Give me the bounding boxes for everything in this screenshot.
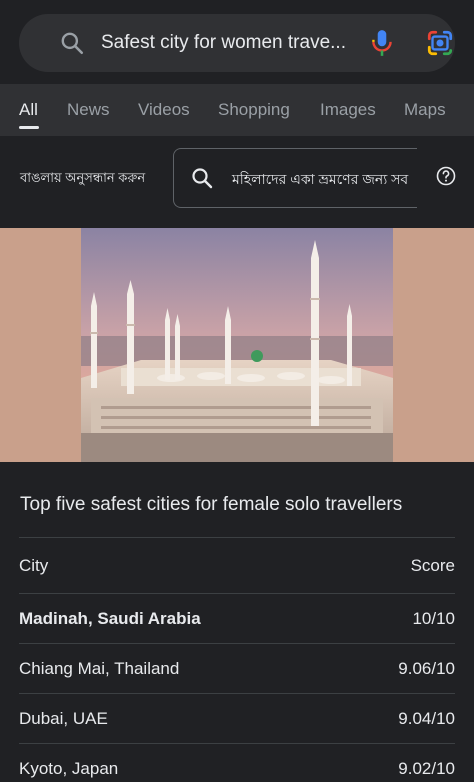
city-cell: Dubai, UAE xyxy=(19,709,108,728)
search-input[interactable]: Safest city for women trave... xyxy=(101,31,357,55)
help-icon[interactable] xyxy=(436,166,456,186)
google-lens-icon[interactable] xyxy=(425,28,455,58)
mic-icon[interactable] xyxy=(369,28,395,58)
table-row: Dubai, UAE 9.04/10 xyxy=(19,694,455,744)
tab-videos[interactable]: Videos xyxy=(138,100,190,120)
city-cell: Kyoto, Japan xyxy=(19,759,119,778)
score-cell: 9.06/10 xyxy=(398,659,455,678)
top-bar: Safest city for women trave... xyxy=(0,0,474,84)
result-image[interactable] xyxy=(0,228,474,462)
tab-maps[interactable]: Maps xyxy=(404,100,446,120)
table-row: Kyoto, Japan 9.02/10 xyxy=(19,744,455,782)
column-header-score: Score xyxy=(410,556,455,575)
city-cell: Chiang Mai, Thailand xyxy=(19,659,180,678)
search-icon xyxy=(192,168,213,189)
tab-images[interactable]: Images xyxy=(320,100,376,120)
bengali-search-row: বাঙলায় অনুসন্ধান করুন মহিলাদের একা ভ্রম… xyxy=(0,136,474,228)
search-box[interactable]: Safest city for women trave... xyxy=(19,14,455,72)
search-icon[interactable] xyxy=(59,30,85,56)
table-row: Chiang Mai, Thailand 9.06/10 xyxy=(19,644,455,694)
score-cell: 9.04/10 xyxy=(398,709,455,728)
bengali-search-chip[interactable]: মহিলাদের একা ভ্রমণের জন্য সব xyxy=(173,148,417,208)
featured-snippet: Top five safest cities for female solo t… xyxy=(0,462,474,782)
search-tabs: All News Videos Shopping Images Maps xyxy=(0,84,474,136)
score-cell: 10/10 xyxy=(412,609,455,628)
safest-cities-table: City Score Madinah, Saudi Arabia 10/10 C… xyxy=(19,537,455,782)
tab-all[interactable]: All xyxy=(19,100,38,120)
table-header-row: City Score xyxy=(19,537,455,594)
tab-news[interactable]: News xyxy=(67,100,110,120)
bengali-search-query[interactable]: মহিলাদের একা ভ্রমণের জন্য সব xyxy=(232,170,408,188)
column-header-city: City xyxy=(19,556,49,575)
tab-shopping[interactable]: Shopping xyxy=(218,100,290,120)
active-tab-indicator xyxy=(19,126,39,129)
city-cell: Madinah, Saudi Arabia xyxy=(19,609,201,628)
table-row: Madinah, Saudi Arabia 10/10 xyxy=(19,594,455,644)
score-cell: 9.02/10 xyxy=(398,759,455,778)
bengali-search-label: বাঙলায় অনুসন্ধান করুন xyxy=(20,170,146,185)
mosque-photo xyxy=(81,228,393,462)
snippet-title[interactable]: Top five safest cities for female solo t… xyxy=(20,493,402,517)
